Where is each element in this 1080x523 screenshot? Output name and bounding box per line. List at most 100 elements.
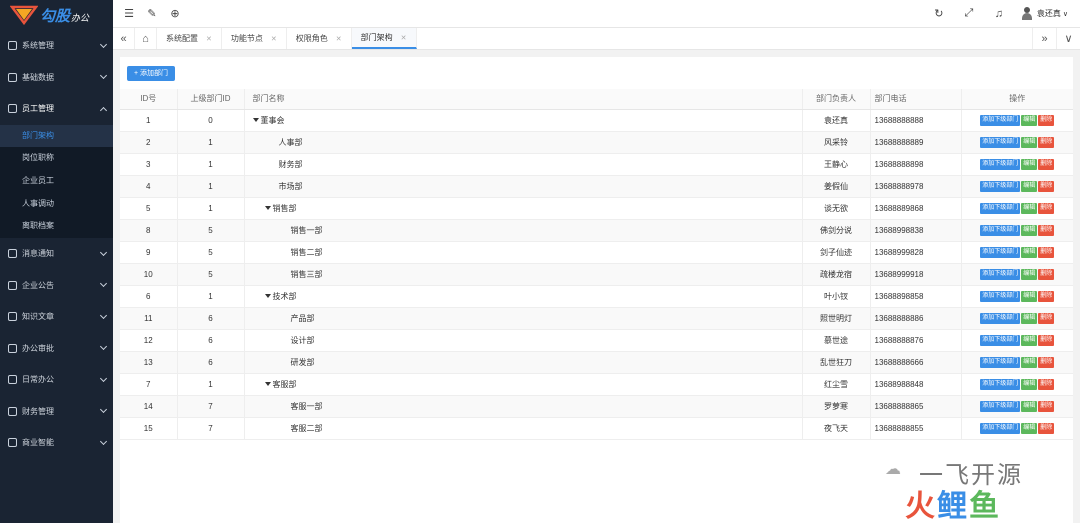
- edit-button[interactable]: 编辑: [1021, 379, 1038, 390]
- sidebar-item[interactable]: 商业智能: [0, 427, 113, 459]
- sidebar-item[interactable]: 员工管理: [0, 93, 113, 125]
- cell-name: 设计部: [244, 329, 803, 352]
- add-sub-department-button[interactable]: 添加下级部门: [980, 379, 1021, 390]
- add-sub-department-button[interactable]: 添加下级部门: [980, 203, 1021, 214]
- fullscreen-icon[interactable]: ⤢: [962, 7, 976, 21]
- delete-button[interactable]: 删除: [1038, 137, 1055, 148]
- add-sub-department-button[interactable]: 添加下级部门: [980, 401, 1021, 412]
- cell-ops: 添加下级部门 编辑 删除: [961, 131, 1073, 154]
- tabs-scroll-left-icon[interactable]: «: [113, 28, 135, 49]
- edit-button[interactable]: 编辑: [1021, 203, 1038, 214]
- sidebar-item[interactable]: 知识文章: [0, 301, 113, 333]
- cell-phone: 13688888855: [870, 417, 962, 440]
- close-icon[interactable]: ✕: [401, 34, 407, 42]
- globe-icon[interactable]: ⊕: [168, 7, 182, 21]
- edit-button[interactable]: 编辑: [1021, 137, 1038, 148]
- tab[interactable]: 功能节点 ✕: [222, 28, 287, 49]
- edit-button[interactable]: 编辑: [1021, 401, 1038, 412]
- delete-button[interactable]: 删除: [1038, 203, 1055, 214]
- delete-button[interactable]: 删除: [1038, 247, 1055, 258]
- cell-manager: 姜假仙: [802, 175, 871, 198]
- home-icon[interactable]: ⌂: [135, 28, 157, 49]
- edit-button[interactable]: 编辑: [1021, 423, 1038, 434]
- delete-button[interactable]: 删除: [1038, 181, 1055, 192]
- refresh-icon[interactable]: ↻: [932, 7, 946, 21]
- add-department-button[interactable]: + 添加部门: [127, 66, 176, 81]
- add-sub-department-button[interactable]: 添加下级部门: [980, 335, 1021, 346]
- sidebar-subitem[interactable]: 部门架构: [0, 124, 113, 148]
- sidebar-item[interactable]: 系统管理: [0, 30, 113, 62]
- add-sub-department-button[interactable]: 添加下级部门: [980, 269, 1021, 280]
- cell-id: 6: [120, 285, 178, 308]
- add-sub-department-button[interactable]: 添加下级部门: [980, 357, 1021, 368]
- watermark-char-b: 鲤: [937, 490, 969, 523]
- edit-button[interactable]: 编辑: [1021, 225, 1038, 236]
- sidebar-item[interactable]: 办公审批: [0, 332, 113, 364]
- sidebar-subitem[interactable]: 岗位职称: [0, 147, 113, 170]
- tabs-menu-chevron-icon[interactable]: ∨: [1056, 28, 1080, 49]
- tree-expand-icon[interactable]: [264, 206, 271, 211]
- tree-expand-icon[interactable]: [264, 382, 271, 387]
- delete-button[interactable]: 删除: [1038, 225, 1055, 236]
- tree-expand-icon[interactable]: [264, 294, 271, 299]
- sidebar-subitem[interactable]: 人事调动: [0, 193, 113, 216]
- edit-button[interactable]: 编辑: [1021, 159, 1038, 170]
- add-sub-department-button[interactable]: 添加下级部门: [980, 423, 1021, 434]
- table-row: 9 5 销售二部 剑子仙迹 13688999828 添加下级部门 编辑 删除: [120, 241, 1073, 264]
- delete-button[interactable]: 删除: [1038, 401, 1055, 412]
- delete-button[interactable]: 删除: [1038, 379, 1055, 390]
- user-menu[interactable]: 袁还真 ∨: [1021, 7, 1068, 20]
- sidebar-item[interactable]: 财务管理: [0, 395, 113, 427]
- tabs-scroll-right-icon[interactable]: »: [1032, 28, 1056, 49]
- delete-button[interactable]: 删除: [1038, 291, 1055, 302]
- cell-manager: 佛剑分说: [802, 219, 871, 242]
- delete-button[interactable]: 删除: [1038, 423, 1055, 434]
- sidebar-item[interactable]: 基础数据: [0, 62, 113, 94]
- col-phone: 部门电话: [870, 89, 962, 110]
- edit-button[interactable]: 编辑: [1021, 291, 1038, 302]
- tab[interactable]: 权限角色 ✕: [287, 28, 352, 49]
- sidebar-subitem[interactable]: 企业员工: [0, 170, 113, 193]
- add-sub-department-button[interactable]: 添加下级部门: [980, 115, 1021, 126]
- tab[interactable]: 系统配置 ✕: [157, 28, 222, 49]
- logo[interactable]: 勾股 办公: [0, 0, 113, 30]
- sidebar-subitem[interactable]: 离职档案: [0, 215, 113, 238]
- tab[interactable]: 部门架构 ✕: [351, 28, 417, 49]
- close-icon[interactable]: ✕: [271, 35, 277, 43]
- add-sub-department-button[interactable]: 添加下级部门: [980, 247, 1021, 258]
- delete-button[interactable]: 删除: [1038, 159, 1055, 170]
- sidebar-item[interactable]: 企业公告: [0, 269, 113, 301]
- delete-button[interactable]: 删除: [1038, 269, 1055, 280]
- cell-ops: 添加下级部门 编辑 删除: [961, 329, 1073, 352]
- add-sub-department-button[interactable]: 添加下级部门: [980, 291, 1021, 302]
- add-sub-department-button[interactable]: 添加下级部门: [980, 137, 1021, 148]
- edit-button[interactable]: 编辑: [1021, 357, 1038, 368]
- sidebar-item-label: 员工管理: [22, 104, 54, 114]
- delete-button[interactable]: 删除: [1038, 335, 1055, 346]
- menu-item-icon: [8, 406, 17, 416]
- add-sub-department-button[interactable]: 添加下级部门: [980, 159, 1021, 170]
- cell-ops: 添加下级部门 编辑 删除: [961, 219, 1073, 242]
- cell-id: 13: [120, 351, 178, 374]
- menu-toggle-icon[interactable]: ☰: [122, 7, 136, 21]
- delete-button[interactable]: 删除: [1038, 357, 1055, 368]
- edit-button[interactable]: 编辑: [1021, 115, 1038, 126]
- edit-button[interactable]: 编辑: [1021, 181, 1038, 192]
- close-icon[interactable]: ✕: [206, 35, 212, 43]
- edit-button[interactable]: 编辑: [1021, 335, 1038, 346]
- edit-button[interactable]: 编辑: [1021, 269, 1038, 280]
- add-sub-department-button[interactable]: 添加下级部门: [980, 225, 1021, 236]
- edit-button[interactable]: 编辑: [1021, 247, 1038, 258]
- add-sub-department-button[interactable]: 添加下级部门: [980, 313, 1021, 324]
- edit-button[interactable]: 编辑: [1021, 313, 1038, 324]
- sidebar-item[interactable]: 日常办公: [0, 364, 113, 396]
- close-icon[interactable]: ✕: [336, 35, 342, 43]
- bell-icon[interactable]: ♫: [992, 7, 1006, 21]
- cell-id: 12: [120, 329, 178, 352]
- delete-button[interactable]: 删除: [1038, 115, 1055, 126]
- delete-button[interactable]: 删除: [1038, 313, 1055, 324]
- sidebar-item[interactable]: 消息通知: [0, 238, 113, 270]
- add-sub-department-button[interactable]: 添加下级部门: [980, 181, 1021, 192]
- tree-expand-icon[interactable]: [252, 118, 259, 123]
- clean-cache-icon[interactable]: ✎: [145, 7, 159, 21]
